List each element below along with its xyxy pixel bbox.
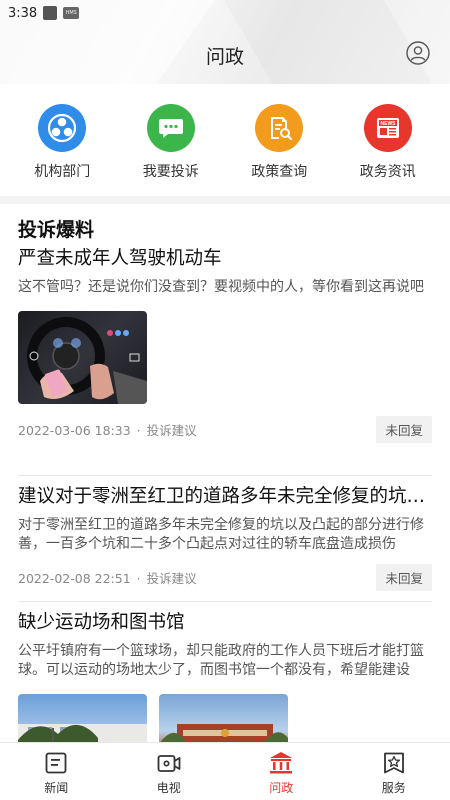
chat-icon (146, 104, 195, 152)
post-title: 建议对于零洲至红卫的道路多年未完全修复的坑以及凸起的部分进行修善 (18, 486, 432, 507)
post-meta-info: 2022-03-06 18:33 · 投诉建议 (18, 423, 197, 438)
hms-icon: HMS (63, 7, 80, 19)
news-icon: NEWS (363, 104, 412, 152)
quick-action-label: 政务资讯 (359, 164, 416, 180)
org-icon (38, 104, 87, 152)
user-profile-icon[interactable] (406, 41, 430, 65)
post-title: 严查未成年人驾驶机动车 (18, 248, 222, 269)
post-item[interactable]: 严查未成年人驾驶机动车 这不管吗？还是说你们没查到？要视频中的人，等你看到这再说… (18, 246, 432, 443)
post-divider (18, 475, 432, 476)
government-building-icon (270, 752, 293, 774)
notification-icon (43, 6, 58, 20)
post-meta: 2022-02-08 22:51 · 投诉建议 未回复 (18, 564, 432, 591)
policy-search-icon (255, 104, 304, 152)
quick-action-label: 我要投诉 (142, 164, 199, 180)
tab-label: 问政 (269, 781, 294, 795)
status-bar: 3:38 HMS (0, 0, 450, 26)
post-date: 2022-03-06 18:33 (18, 423, 131, 438)
quick-action-label: 政策查询 (251, 164, 308, 180)
bottom-tab-bar: 新闻 电视 问政 服务 (0, 742, 450, 800)
status-time: 3:38 (8, 5, 38, 21)
status-badge: 未回复 (376, 564, 432, 591)
tab-label: 服务 (381, 781, 406, 795)
quick-actions: 机构部门 我要投诉 政策查询 NEWS 政务资讯 (0, 104, 450, 188)
tab-label: 电视 (156, 781, 181, 795)
tab-service[interactable]: 服务 (338, 743, 450, 800)
post-image-dashboard[interactable] (18, 311, 147, 404)
status-badge: 未回复 (376, 416, 432, 443)
page-title: 问政 (205, 46, 244, 68)
news-tab-icon (45, 752, 67, 774)
post-meta: 2022-03-06 18:33 · 投诉建议 未回复 (18, 416, 432, 443)
post-description: 公平圩镇府有一个篮球场，却只能政府的工作人员下班后才能打篮球。可以运动的场地太少… (18, 643, 424, 678)
quick-action-news[interactable]: NEWS 政务资讯 (338, 104, 438, 188)
post-description: 对于零洲至红卫的道路多年未完全修复的坑以及凸起的部分进行修善，一百多个坑和二十多… (18, 517, 424, 552)
tab-government-qa[interactable]: 问政 (225, 743, 338, 800)
tab-label: 新闻 (44, 781, 69, 795)
news-icon-text: NEWS (380, 121, 396, 127)
post-divider (18, 601, 432, 602)
tv-icon (157, 755, 181, 772)
post-category: 投诉建议 (146, 423, 197, 438)
post-date: 2022-02-08 22:51 (18, 571, 131, 586)
quick-action-complaint[interactable]: 我要投诉 (121, 104, 221, 188)
quick-action-org[interactable]: 机构部门 (12, 104, 112, 188)
post-item[interactable]: 建议对于零洲至红卫的道路多年未完全修复的坑以及凸起的部分进行修善 对于零洲至红卫… (18, 484, 432, 591)
tab-news[interactable]: 新闻 (0, 743, 113, 800)
section-separator (0, 196, 450, 204)
quick-action-policy[interactable]: 政策查询 (229, 104, 329, 188)
service-star-icon (383, 752, 404, 774)
post-description: 这不管吗？还是说你们没查到？要视频中的人，等你看到这再说吧 (18, 279, 424, 295)
section-title: 投诉爆料 (18, 219, 95, 241)
post-images (18, 311, 432, 404)
quick-action-label: 机构部门 (34, 164, 91, 180)
post-title: 缺少运动场和图书馆 (18, 612, 185, 633)
post-meta-info: 2022-02-08 22:51 · 投诉建议 (18, 571, 197, 586)
post-category: 投诉建议 (146, 571, 197, 586)
tab-tv[interactable]: 电视 (113, 743, 226, 800)
